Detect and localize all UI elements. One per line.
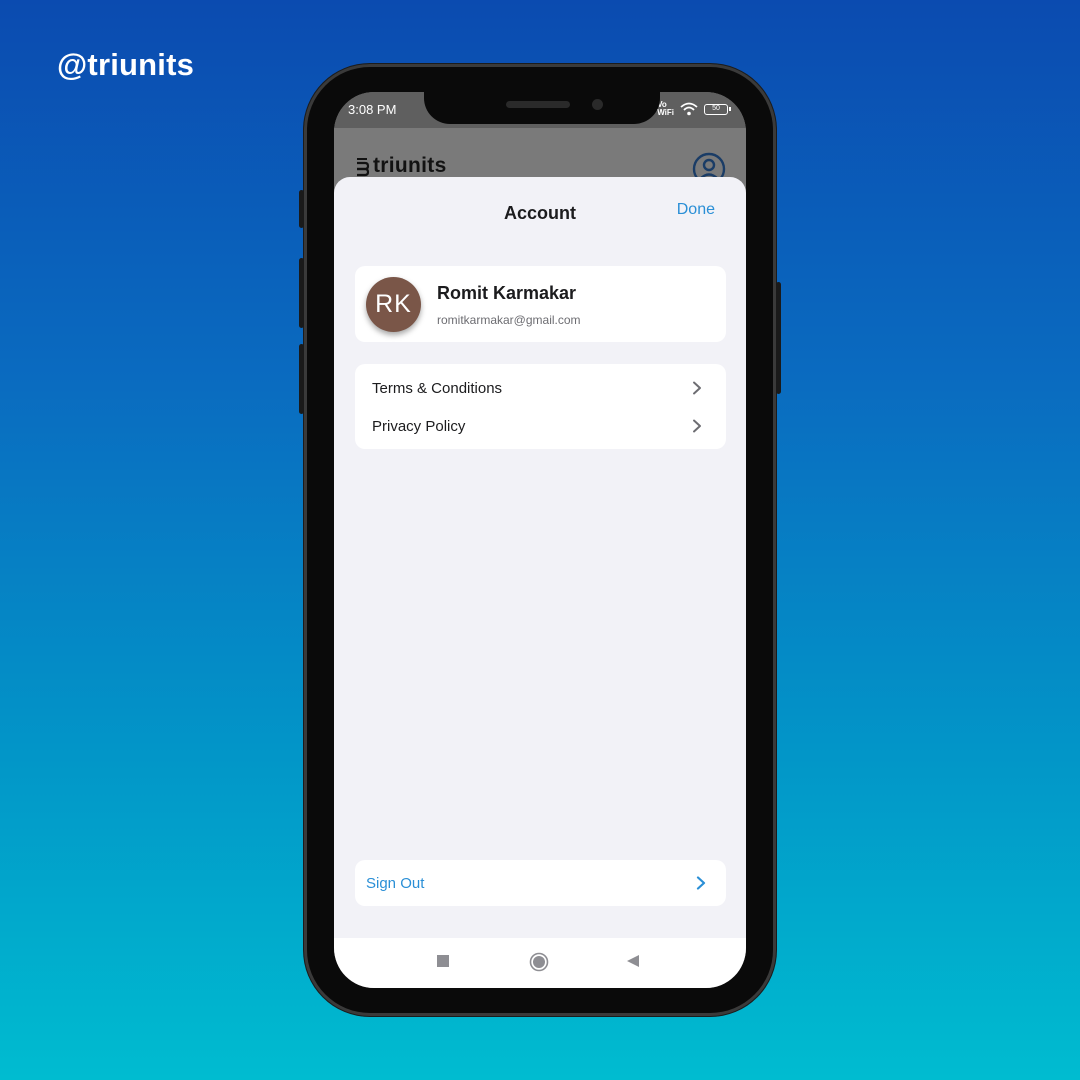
privacy-policy-link[interactable]: Privacy Policy bbox=[355, 407, 726, 445]
phone-notch bbox=[424, 92, 660, 124]
avatar: RK bbox=[366, 277, 421, 332]
phone-side-button-left-2 bbox=[299, 258, 304, 328]
phone-side-button-left-1 bbox=[299, 190, 304, 228]
recents-square-icon[interactable] bbox=[436, 954, 450, 968]
logo-mark-icon bbox=[357, 158, 370, 177]
done-button[interactable]: Done bbox=[677, 201, 715, 219]
links-card: Terms & Conditions Privacy Policy bbox=[355, 364, 726, 449]
earpiece-speaker bbox=[506, 101, 570, 108]
front-camera bbox=[592, 99, 603, 110]
vowifi-icon: Vo WiFi bbox=[657, 101, 674, 117]
phone-side-button-right bbox=[776, 282, 781, 394]
profile-card: RK Romit Karmakar romitkarmakar@gmail.co… bbox=[355, 266, 726, 342]
sign-out-label: Sign Out bbox=[366, 875, 425, 892]
vowifi-line2: WiFi bbox=[657, 108, 674, 117]
status-time: 3:08 PM bbox=[348, 102, 397, 117]
brand-handle-text: @triunits bbox=[57, 47, 195, 82]
chevron-right-icon bbox=[693, 419, 701, 433]
wifi-icon bbox=[680, 102, 698, 116]
profile-name: Romit Karmakar bbox=[437, 283, 577, 303]
terms-conditions-label: Terms & Conditions bbox=[372, 380, 503, 397]
profile-email: romitkarmakar@gmail.com bbox=[437, 313, 581, 327]
phone-side-button-left-3 bbox=[299, 344, 304, 414]
back-triangle-icon[interactable] bbox=[626, 954, 640, 968]
terms-conditions-link[interactable]: Terms & Conditions bbox=[355, 369, 726, 407]
account-sheet: Account Done RK Romit Karmakar romitkarm… bbox=[334, 177, 746, 938]
chevron-right-icon bbox=[696, 876, 706, 890]
home-circle-icon[interactable] bbox=[529, 952, 549, 972]
phone-screen: 3:08 PM Vo WiFi 50 triunits Account Done… bbox=[334, 92, 746, 988]
android-nav-bar bbox=[334, 938, 746, 988]
phone-frame: 3:08 PM Vo WiFi 50 triunits Account Done… bbox=[299, 64, 781, 1016]
battery-icon: 50 bbox=[704, 103, 731, 115]
privacy-policy-label: Privacy Policy bbox=[372, 418, 466, 435]
chevron-right-icon bbox=[693, 381, 701, 395]
sign-out-button[interactable]: Sign Out bbox=[355, 860, 726, 906]
status-icons: Vo WiFi 50 bbox=[657, 101, 731, 117]
app-logo-text: triunits bbox=[373, 154, 447, 177]
app-logo: triunits bbox=[354, 154, 447, 178]
